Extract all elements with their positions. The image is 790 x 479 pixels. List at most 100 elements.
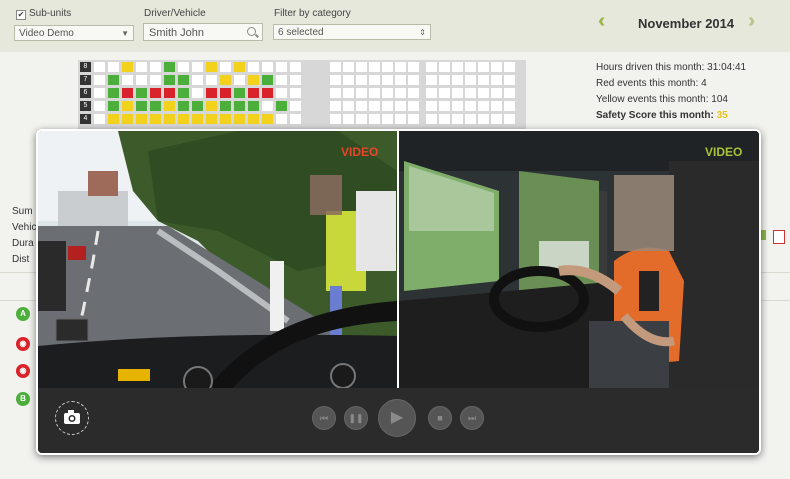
grid-cell[interactable] (206, 75, 217, 85)
grid-cell[interactable] (408, 75, 419, 85)
grid-cell[interactable] (330, 75, 341, 85)
grid-cell[interactable] (382, 62, 393, 72)
grid-cell[interactable] (395, 101, 406, 111)
grid-cell[interactable] (504, 62, 515, 72)
grid-cell[interactable] (426, 75, 437, 85)
skip-forward-button[interactable]: ⏭ (460, 406, 484, 430)
grid-cell[interactable] (220, 75, 231, 85)
grid-cell[interactable] (206, 88, 217, 98)
pdf-icon[interactable] (773, 230, 785, 244)
grid-cell[interactable] (408, 62, 419, 72)
grid-cell[interactable] (206, 101, 217, 111)
grid-cell[interactable] (395, 88, 406, 98)
grid-cell[interactable] (108, 88, 119, 98)
grid-cell[interactable] (408, 114, 419, 124)
grid-cell[interactable] (369, 75, 380, 85)
grid-cell[interactable] (206, 62, 217, 72)
category-select[interactable]: 6 selected ⇕ (273, 24, 431, 40)
grid-cell[interactable] (491, 101, 502, 111)
grid-cell[interactable] (439, 88, 450, 98)
grid-cell[interactable] (108, 101, 119, 111)
grid-cell[interactable] (248, 114, 259, 124)
grid-cell[interactable] (122, 101, 133, 111)
grid-cell[interactable] (369, 88, 380, 98)
grid-cell[interactable] (136, 88, 147, 98)
event-badge-a[interactable]: A (16, 307, 30, 321)
grid-cell[interactable] (343, 62, 354, 72)
grid-cell[interactable] (504, 88, 515, 98)
event-badge-b[interactable]: B (16, 392, 30, 406)
grid-cell[interactable] (478, 75, 489, 85)
grid-cell[interactable] (426, 114, 437, 124)
grid-cell[interactable] (150, 62, 161, 72)
grid-cell[interactable] (452, 101, 463, 111)
grid-cell[interactable] (439, 62, 450, 72)
grid-cell[interactable] (276, 88, 287, 98)
grid-cell[interactable] (150, 75, 161, 85)
grid-cell[interactable] (408, 101, 419, 111)
grid-cell[interactable] (356, 114, 367, 124)
grid-cell[interactable] (452, 62, 463, 72)
subunits-select[interactable]: Video Demo ▼ (14, 25, 134, 41)
grid-cell[interactable] (290, 114, 301, 124)
grid-cell[interactable] (465, 75, 476, 85)
grid-cell[interactable] (465, 62, 476, 72)
grid-cell[interactable] (164, 62, 175, 72)
grid-cell[interactable] (164, 75, 175, 85)
grid-cell[interactable] (343, 101, 354, 111)
grid-cell[interactable] (234, 62, 245, 72)
grid-cell[interactable] (220, 88, 231, 98)
grid-cell[interactable] (439, 75, 450, 85)
grid-cell[interactable] (192, 101, 203, 111)
grid-cell[interactable] (276, 62, 287, 72)
grid-cell[interactable] (178, 75, 189, 85)
grid-cell[interactable] (178, 62, 189, 72)
grid-cell[interactable] (369, 114, 380, 124)
grid-cell[interactable] (122, 62, 133, 72)
grid-cell[interactable] (382, 75, 393, 85)
search-icon[interactable] (247, 27, 256, 36)
grid-cell[interactable] (382, 88, 393, 98)
harsh-event-icon[interactable]: ◉ (16, 337, 30, 351)
grid-cell[interactable] (122, 114, 133, 124)
grid-cell[interactable] (192, 75, 203, 85)
grid-cell[interactable] (382, 101, 393, 111)
road-camera-video[interactable]: VIDEO (38, 131, 397, 388)
grid-cell[interactable] (356, 75, 367, 85)
grid-cell[interactable] (343, 75, 354, 85)
grid-cell[interactable] (426, 62, 437, 72)
grid-cell[interactable] (262, 75, 273, 85)
grid-cell[interactable] (478, 62, 489, 72)
grid-cell[interactable] (478, 88, 489, 98)
grid-cell[interactable] (108, 62, 119, 72)
grid-cell[interactable] (343, 114, 354, 124)
grid-cell[interactable] (136, 62, 147, 72)
grid-cell[interactable] (220, 62, 231, 72)
grid-cell[interactable] (164, 101, 175, 111)
grid-cell[interactable] (220, 114, 231, 124)
grid-cell[interactable] (178, 114, 189, 124)
play-button[interactable]: ▶ (378, 399, 416, 437)
grid-cell[interactable] (192, 62, 203, 72)
grid-cell[interactable] (234, 101, 245, 111)
grid-cell[interactable] (234, 88, 245, 98)
grid-cell[interactable] (206, 114, 217, 124)
grid-cell[interactable] (491, 114, 502, 124)
grid-cell[interactable] (150, 88, 161, 98)
grid-cell[interactable] (94, 88, 105, 98)
grid-cell[interactable] (94, 62, 105, 72)
grid-cell[interactable] (426, 101, 437, 111)
grid-cell[interactable] (136, 101, 147, 111)
grid-cell[interactable] (262, 88, 273, 98)
grid-cell[interactable] (164, 88, 175, 98)
grid-cell[interactable] (465, 114, 476, 124)
grid-cell[interactable] (192, 114, 203, 124)
grid-cell[interactable] (290, 88, 301, 98)
grid-cell[interactable] (192, 88, 203, 98)
grid-cell[interactable] (426, 88, 437, 98)
prev-month-icon[interactable]: ‹‹ (598, 10, 607, 33)
grid-cell[interactable] (330, 114, 341, 124)
subunits-checkbox[interactable]: ✔ (16, 10, 26, 20)
pause-button[interactable]: ❚❚ (344, 406, 368, 430)
grid-cell[interactable] (276, 75, 287, 85)
